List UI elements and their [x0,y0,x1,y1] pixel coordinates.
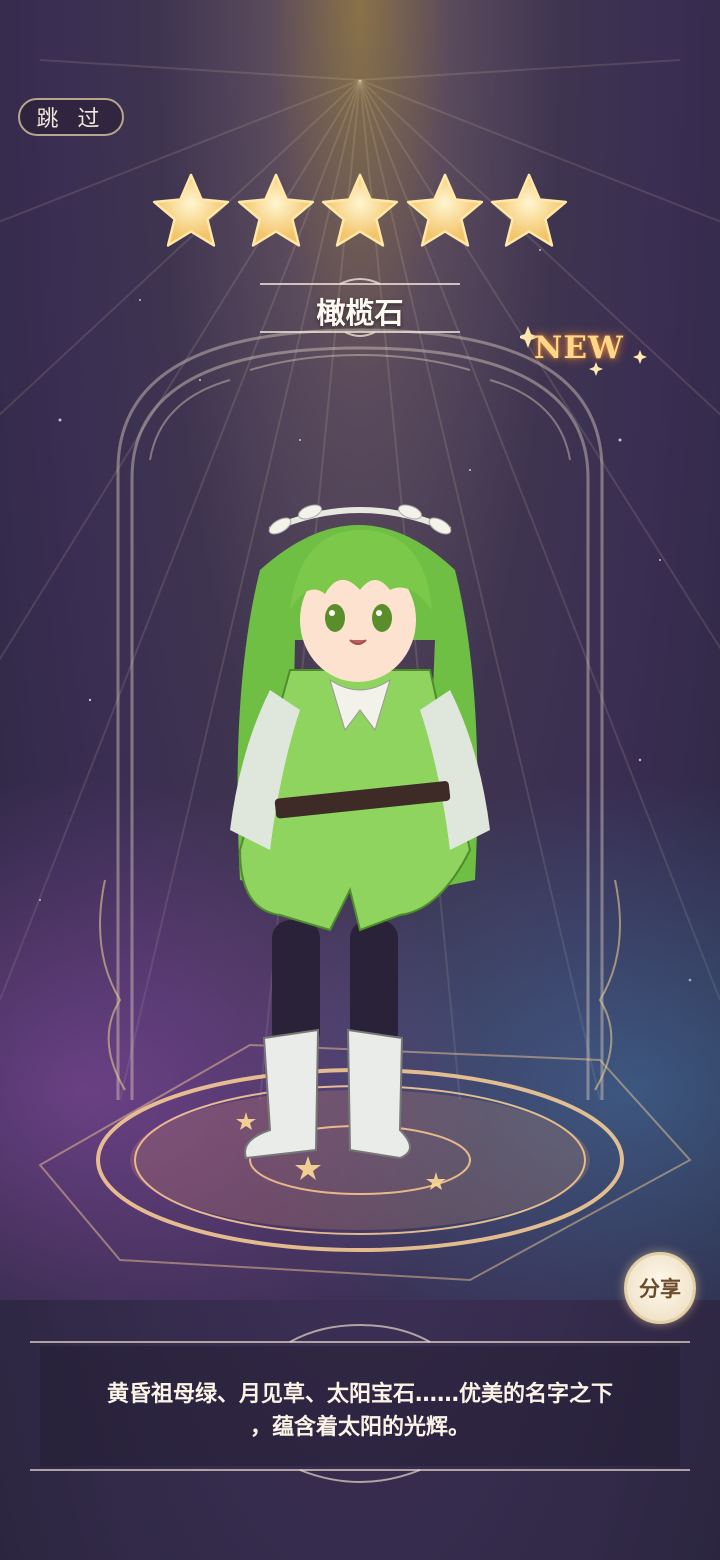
character-illustration [230,504,490,1160]
star-icon [406,173,483,247]
star-icon [490,173,568,247]
description-panel: 黄昏祖母绿、月见草、太阳宝石……优美的名字之下 ，蕴含着太阳的光辉。 [0,1330,720,1480]
description-line-2: ，蕴含着太阳的光辉。 [249,1415,470,1440]
character-name-plate: 橄榄石 [260,276,460,338]
skip-button[interactable]: 跳 过 [18,98,124,136]
star-icon [237,173,314,247]
star-rating [150,170,570,256]
character-name: 橄榄石 [316,296,404,330]
new-badge-label: NEW [534,330,624,366]
star-icon [152,173,230,247]
description-line-1: 黄昏祖母绿、月见草、太阳宝石……优美的名字之下 [106,1382,613,1407]
new-badge: NEW [520,320,650,380]
share-button[interactable]: 分享 [624,1252,696,1324]
character-description: 黄昏祖母绿、月见草、太阳宝石……优美的名字之下 ，蕴含着太阳的光辉。 [40,1378,680,1444]
star-icon [321,173,399,247]
